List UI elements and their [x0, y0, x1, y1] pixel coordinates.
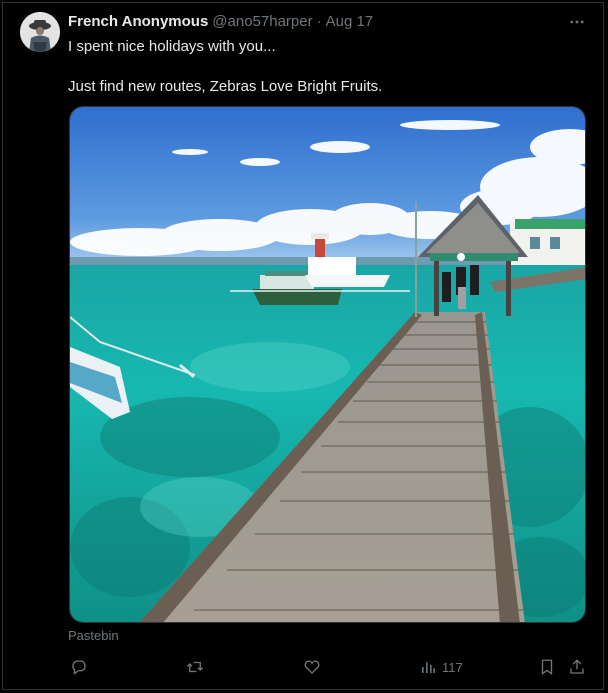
bookmark-button[interactable]	[538, 655, 556, 679]
views-button[interactable]: 117	[420, 655, 463, 679]
share-icon	[570, 659, 584, 674]
heart-icon	[304, 660, 320, 674]
reply-button[interactable]	[70, 655, 88, 679]
retweet-button[interactable]	[186, 655, 204, 679]
more-button[interactable]	[562, 10, 592, 34]
photo-image	[70, 107, 585, 622]
like-button[interactable]	[303, 655, 321, 679]
author-handle[interactable]: @ano57harper	[212, 13, 312, 30]
reply-icon	[72, 660, 86, 675]
separator-dot: ·	[316, 13, 322, 30]
tweet-text-line-1: I spent nice holidays with you...	[68, 38, 276, 55]
avatar-image	[20, 12, 60, 52]
avatar[interactable]	[20, 12, 60, 52]
retweet-icon	[187, 661, 203, 673]
share-button[interactable]	[568, 655, 586, 679]
action-bar: 117	[66, 655, 596, 679]
bookmark-icon	[541, 659, 553, 675]
views-icon	[422, 662, 435, 673]
media-source-link[interactable]: Pastebin	[68, 628, 119, 643]
tweet-text: I spent nice holidays with you... Just f…	[68, 37, 578, 97]
tweet-header: French Anonymous @ano57harper · Aug 17	[68, 13, 373, 33]
views-count: 117	[442, 659, 463, 675]
tweet-text-line-2: Just find new routes, Zebras Love Bright…	[68, 78, 383, 95]
tweet-photo[interactable]	[69, 106, 586, 623]
more-icon	[570, 20, 584, 24]
tweet-date[interactable]: Aug 17	[326, 13, 374, 30]
author-name[interactable]: French Anonymous	[68, 13, 208, 30]
